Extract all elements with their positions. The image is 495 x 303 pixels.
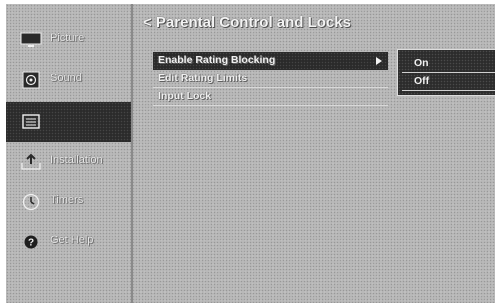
sidebar-item-channels[interactable] <box>6 102 131 142</box>
sidebar-item-sound[interactable]: Sound <box>6 60 131 100</box>
tv-menu-screen: Picture Sound Installation Timers ? Get … <box>6 4 495 303</box>
sidebar-item-get-help[interactable]: ? Get Help <box>6 222 131 262</box>
sidebar-item-label: Get Help <box>50 234 94 246</box>
submenu-option-off[interactable]: Off <box>402 73 495 91</box>
submenu-option-on[interactable]: On <box>402 55 495 73</box>
channels-icon <box>20 113 42 131</box>
tv-icon <box>20 31 42 49</box>
sidebar: Picture Sound Installation Timers ? Get … <box>6 4 133 303</box>
sidebar-item-label: Installation <box>50 154 103 166</box>
menu-item-label: Edit Rating Limits <box>158 72 248 84</box>
sidebar-item-label: Timers <box>50 194 84 206</box>
sidebar-item-timers[interactable]: Timers <box>6 182 131 222</box>
svg-text:?: ? <box>28 238 34 249</box>
menu-item-enable-rating-blocking[interactable]: Enable Rating Blocking <box>153 52 388 70</box>
menu-item-label: Enable Rating Blocking <box>158 54 276 66</box>
menu-item-input-lock[interactable]: Input Lock <box>153 88 388 106</box>
install-icon <box>20 153 42 171</box>
speaker-icon <box>20 71 42 89</box>
menu-item-label: Input Lock <box>158 90 212 102</box>
page-title[interactable]: < Parental Control and Locks <box>143 14 351 31</box>
sidebar-item-label: Sound <box>50 72 82 84</box>
sidebar-item-picture[interactable]: Picture <box>6 20 131 60</box>
sidebar-item-installation[interactable]: Installation <box>6 142 131 182</box>
settings-menu: Enable Rating Blocking Edit Rating Limit… <box>153 52 388 106</box>
timer-icon <box>20 193 42 211</box>
chevron-right-icon <box>376 57 382 65</box>
help-icon: ? <box>20 233 42 251</box>
sidebar-item-label: Picture <box>50 32 85 44</box>
menu-item-edit-rating-limits[interactable]: Edit Rating Limits <box>153 70 388 88</box>
submenu-on-off: On Off <box>397 49 495 96</box>
